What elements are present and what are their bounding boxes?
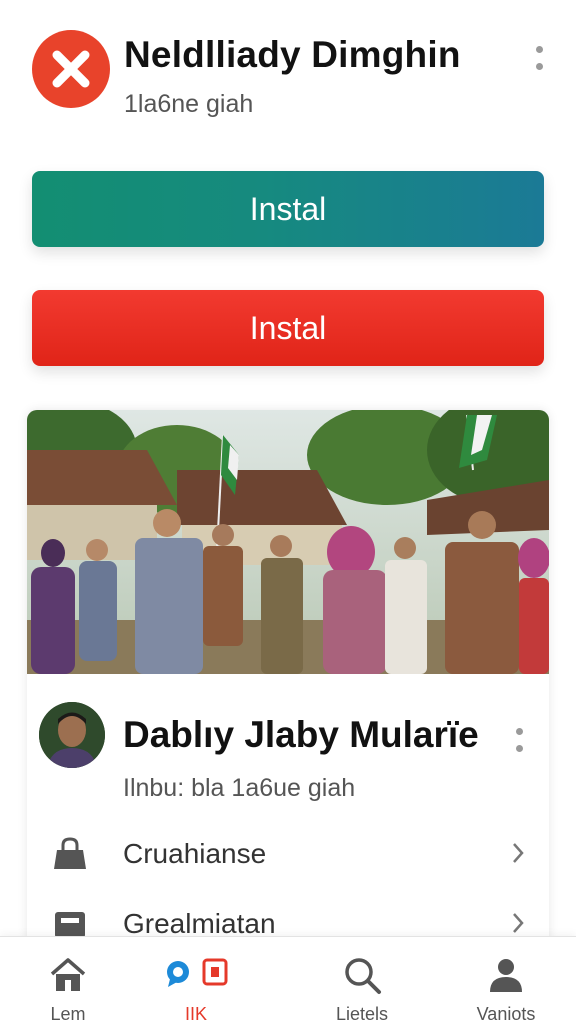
app-subtitle: 1la6ne giah	[124, 90, 254, 118]
app-header: Neldlliady Dimghin 1la6ne giah	[0, 0, 576, 140]
post-card: Dablıy Jlaby Mularïe Ilnbu: bla 1a6ue g…	[27, 410, 549, 1024]
nav-item-home[interactable]: Lem	[8, 937, 128, 1024]
home-icon	[50, 958, 86, 991]
profile-icon	[490, 959, 522, 992]
nav-item-ik[interactable]: IIK	[136, 937, 256, 1024]
post-photo[interactable]	[27, 410, 549, 674]
nav-label: IIK	[184, 1004, 207, 1024]
nav-label: Lem	[50, 1004, 86, 1024]
post-more-options-icon[interactable]	[509, 728, 529, 752]
search-icon	[345, 958, 381, 994]
bag-icon	[54, 837, 86, 869]
nav-item-profile[interactable]: Vaniots	[446, 937, 566, 1024]
nav-label: Vaniots	[476, 1004, 536, 1024]
chevron-right-icon	[513, 913, 524, 933]
app-title: Neldlliady Dimghin	[124, 34, 461, 75]
install-button-primary[interactable]: Instal	[32, 171, 544, 247]
list-item-label: Cruahianse	[123, 838, 267, 869]
post-title: Dablıy Jlaby Mularïe	[123, 714, 479, 755]
chevron-right-icon	[513, 843, 524, 863]
more-options-icon[interactable]	[529, 46, 549, 70]
nav-item-search[interactable]: Lietels	[302, 937, 422, 1024]
chat-bubbles-icon	[167, 958, 228, 987]
avatar[interactable]	[39, 702, 105, 768]
bottom-nav: Lem IIK Lietels Vaniots	[0, 936, 576, 1024]
close-x-icon[interactable]	[32, 30, 110, 108]
list-item-cruahianse[interactable]: Cruahianse	[27, 824, 549, 884]
nav-label: Lietels	[335, 1004, 389, 1024]
install-button-secondary[interactable]: Instal	[32, 290, 544, 366]
post-subtitle: Ilnbu: bla 1a6ue giah	[123, 774, 356, 802]
